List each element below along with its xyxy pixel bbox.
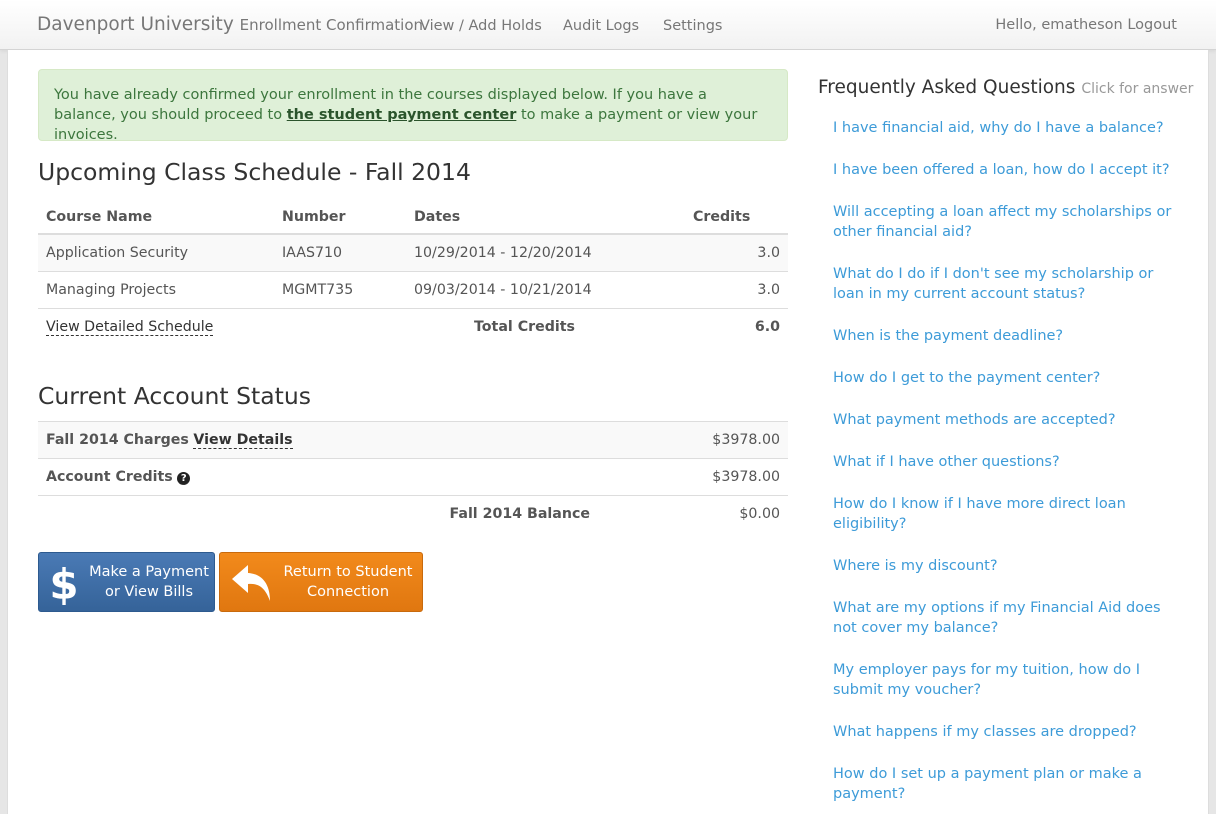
table-row: Application Security IAAS710 10/29/2014 … xyxy=(38,234,788,271)
faq-item[interactable]: I have been offered a loan, how do I acc… xyxy=(833,160,1173,180)
account-table: Fall 2014 Charges View Details $3978.00 … xyxy=(38,421,788,533)
view-detailed-cell: View Detailed Schedule xyxy=(38,307,274,345)
charges-label: Fall 2014 Charges xyxy=(46,432,189,448)
course-credits: 3.0 xyxy=(685,234,788,271)
schedule-table: Course Name Number Dates Credits Applica… xyxy=(38,200,788,345)
faq-item[interactable]: My employer pays for my tuition, how do … xyxy=(833,660,1173,700)
brand-name: Davenport University xyxy=(37,14,234,35)
reply-arrow-icon xyxy=(232,565,270,601)
faq-item[interactable]: I have financial aid, why do I have a ba… xyxy=(833,118,1173,138)
table-row: Managing Projects MGMT735 09/03/2014 - 1… xyxy=(38,270,788,308)
nav-view-add-holds[interactable]: View / Add Holds xyxy=(420,18,542,34)
course-name: Managing Projects xyxy=(38,270,274,308)
confirmation-alert: You have already confirmed your enrollme… xyxy=(38,69,788,143)
total-credits-value: 6.0 xyxy=(685,307,788,345)
faq-hint: Click for answer xyxy=(1081,81,1194,97)
course-name: Application Security xyxy=(38,234,274,271)
col-number: Number xyxy=(274,200,406,235)
main-container: You have already confirmed your enrollme… xyxy=(7,50,1209,814)
logout-link[interactable]: Logout xyxy=(1127,17,1177,33)
app-title: Enrollment Confirmation xyxy=(239,16,424,34)
table-row: Fall 2014 Charges View Details $3978.00 xyxy=(38,421,788,459)
credits-cell: Account Credits ? xyxy=(38,458,598,496)
faq-item[interactable]: What happens if my classes are dropped? xyxy=(833,722,1173,742)
faq-list: I have financial aid, why do I have a ba… xyxy=(833,118,1173,814)
pay-label-line1: Make a Payment xyxy=(89,564,209,580)
nav-audit-logs[interactable]: Audit Logs xyxy=(563,18,639,34)
col-credits: Credits xyxy=(685,200,788,235)
course-number: IAAS710 xyxy=(274,234,406,271)
view-detailed-schedule-link[interactable]: View Detailed Schedule xyxy=(46,318,214,336)
dollar-icon: $ xyxy=(49,561,78,605)
faq-item[interactable]: How do I get to the payment center? xyxy=(833,368,1173,388)
faq-item[interactable]: Where is my discount? xyxy=(833,556,1173,576)
faq-item[interactable]: What payment methods are accepted? xyxy=(833,410,1173,430)
return-to-student-connection-button[interactable]: Return to Student Connection xyxy=(219,552,423,612)
faq-item[interactable]: What do I do if I don't see my scholarsh… xyxy=(833,264,1173,304)
faq-item[interactable]: How do I set up a payment plan or make a… xyxy=(833,764,1173,804)
course-dates: 09/03/2014 - 10/21/2014 xyxy=(406,270,685,308)
return-label-line2: Connection xyxy=(306,584,390,600)
return-label-line1: Return to Student xyxy=(283,564,413,580)
schedule-heading: Upcoming Class Schedule - Fall 2014 xyxy=(38,158,471,186)
nav-settings[interactable]: Settings xyxy=(663,18,722,34)
top-navbar: Davenport University Enrollment Confirma… xyxy=(0,0,1216,50)
faq-item[interactable]: Will accepting a loan affect my scholars… xyxy=(833,202,1173,242)
pay-label-line2: or View Bills xyxy=(104,584,194,600)
charges-value: $3978.00 xyxy=(598,421,788,459)
table-row: Fall 2014 Balance $0.00 xyxy=(38,495,788,533)
user-greeting: Hello, ematheson xyxy=(995,17,1123,33)
credits-label: Account Credits xyxy=(46,469,173,485)
table-total-row: View Detailed Schedule Total Credits 6.0 xyxy=(38,307,788,345)
balance-label: Fall 2014 Balance xyxy=(298,495,598,533)
view-details-link[interactable]: View Details xyxy=(193,432,293,449)
course-dates: 10/29/2014 - 12/20/2014 xyxy=(406,234,685,271)
course-number: MGMT735 xyxy=(274,270,406,308)
svg-text:$: $ xyxy=(49,561,78,605)
faq-heading: Frequently Asked Questions xyxy=(818,77,1076,98)
faq-title: Frequently Asked Questions Click for ans… xyxy=(818,77,1193,98)
help-icon[interactable]: ? xyxy=(177,472,191,485)
credits-value: $3978.00 xyxy=(598,458,788,496)
faq-item[interactable]: How do I know if I have more direct loan… xyxy=(833,494,1173,534)
charges-cell: Fall 2014 Charges View Details xyxy=(38,421,598,459)
brand[interactable]: Davenport University Enrollment Confirma… xyxy=(37,14,423,35)
course-credits: 3.0 xyxy=(685,270,788,308)
student-payment-center-link[interactable]: the student payment center xyxy=(287,107,517,123)
faq-item[interactable]: When is the payment deadline? xyxy=(833,326,1173,346)
total-credits-label: Total Credits xyxy=(406,307,685,345)
col-course-name: Course Name xyxy=(38,200,274,235)
faq-item[interactable]: What if I have other questions? xyxy=(833,452,1173,472)
table-row: Account Credits ? $3978.00 xyxy=(38,458,788,496)
make-payment-button[interactable]: $ Make a Payment or View Bills xyxy=(38,552,215,612)
col-dates: Dates xyxy=(406,200,685,235)
account-heading: Current Account Status xyxy=(38,382,311,410)
faq-item[interactable]: What are my options if my Financial Aid … xyxy=(833,598,1173,638)
balance-value: $0.00 xyxy=(598,495,788,533)
user-area: Hello, ematheson Logout xyxy=(995,17,1177,33)
